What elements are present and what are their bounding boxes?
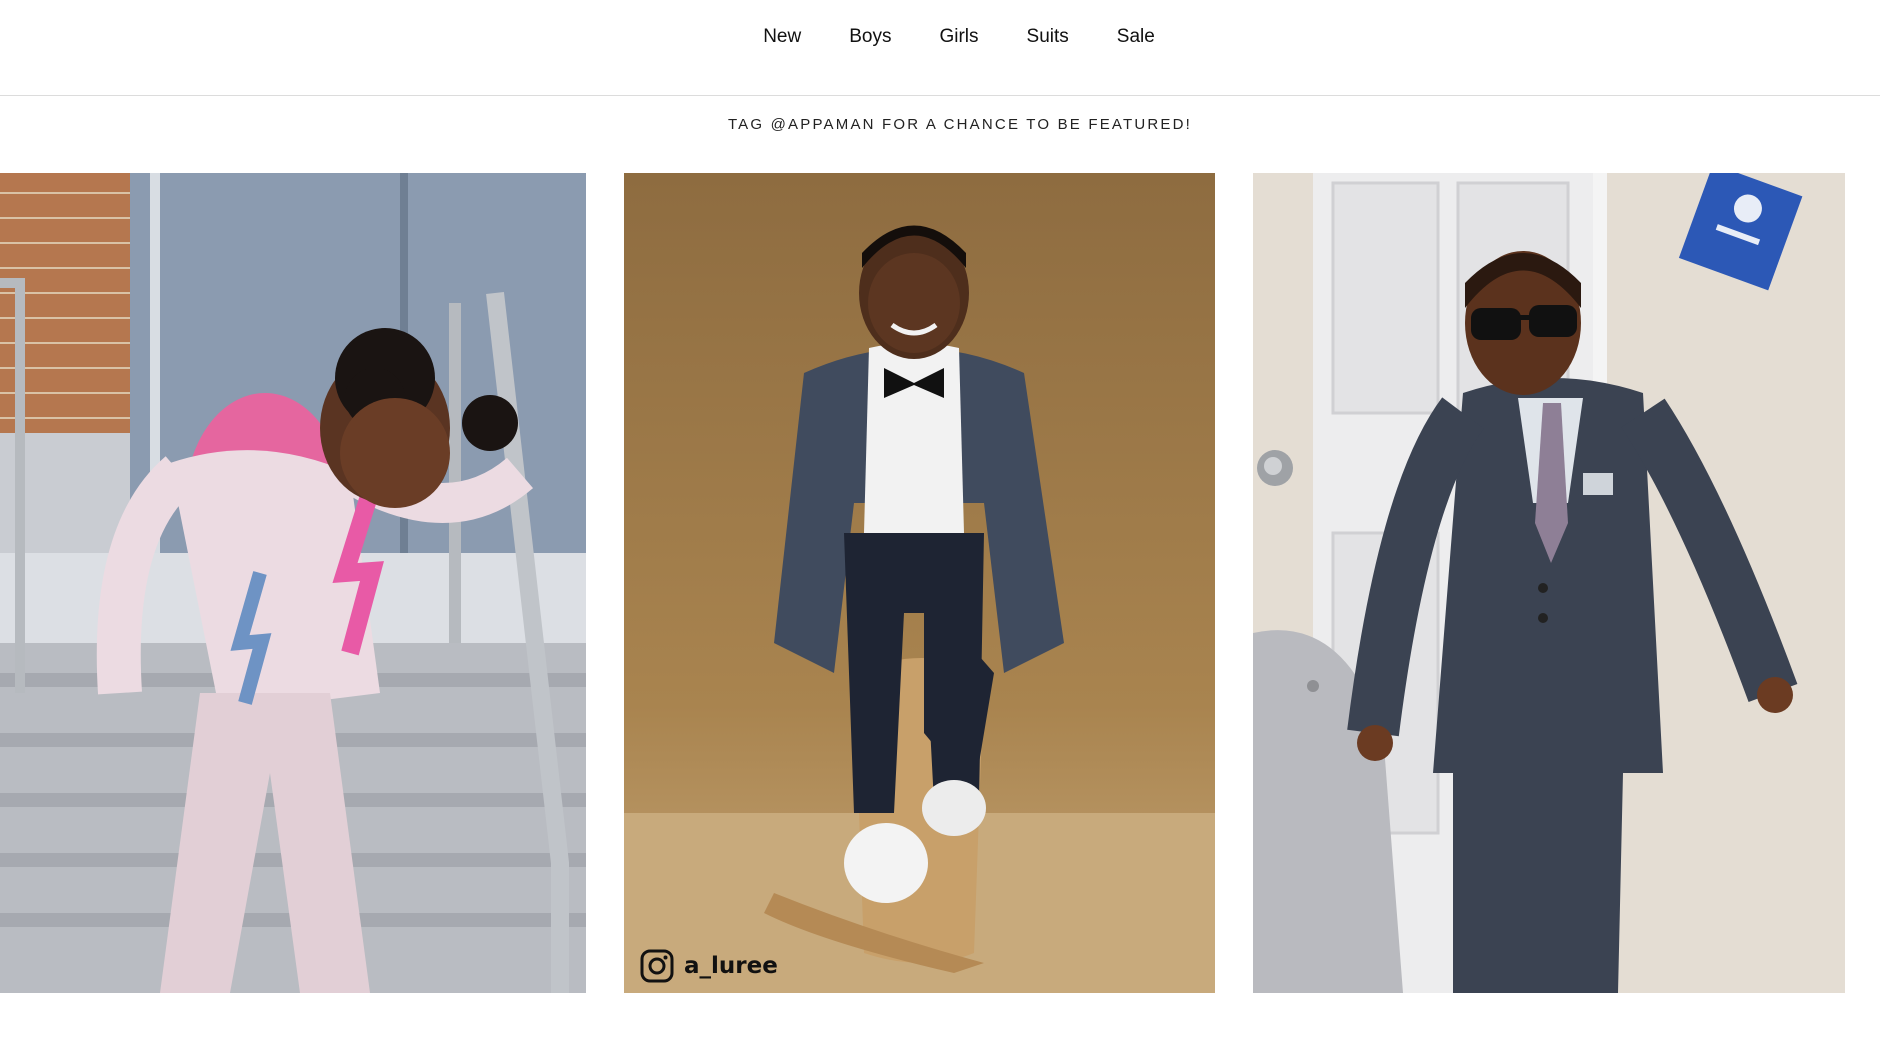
gallery-tile[interactable] xyxy=(0,173,586,993)
nav-item-suits[interactable]: Suits xyxy=(1003,24,1093,50)
top-nav: New Boys Girls Suits Sale xyxy=(0,0,1880,96)
ugc-gallery: a_luree xyxy=(0,173,1880,993)
gallery-tile[interactable]: a_luree xyxy=(624,173,1215,993)
instagram-icon xyxy=(640,949,674,983)
nav-item-boys[interactable]: Boys xyxy=(825,24,915,50)
instagram-handle: a_luree xyxy=(684,953,778,979)
feature-tagline: TAG @APPAMAN FOR A CHANCE TO BE FEATURED… xyxy=(727,116,1193,133)
page: New Boys Girls Suits Sale TAG @APPAMAN F… xyxy=(0,0,1880,1053)
nav-item-new[interactable]: New xyxy=(739,24,825,50)
main-menu: New Boys Girls Suits Sale xyxy=(701,24,1179,50)
nav-item-sale[interactable]: Sale xyxy=(1093,24,1179,50)
photo-boy-in-tuxedo xyxy=(624,173,1215,993)
photo-girl-on-stairs xyxy=(0,173,586,993)
gallery-tile[interactable] xyxy=(1253,173,1845,993)
photo-boy-in-suit-sunglasses xyxy=(1253,173,1845,993)
nav-item-girls[interactable]: Girls xyxy=(915,24,1002,50)
instagram-credit[interactable]: a_luree xyxy=(640,949,778,983)
